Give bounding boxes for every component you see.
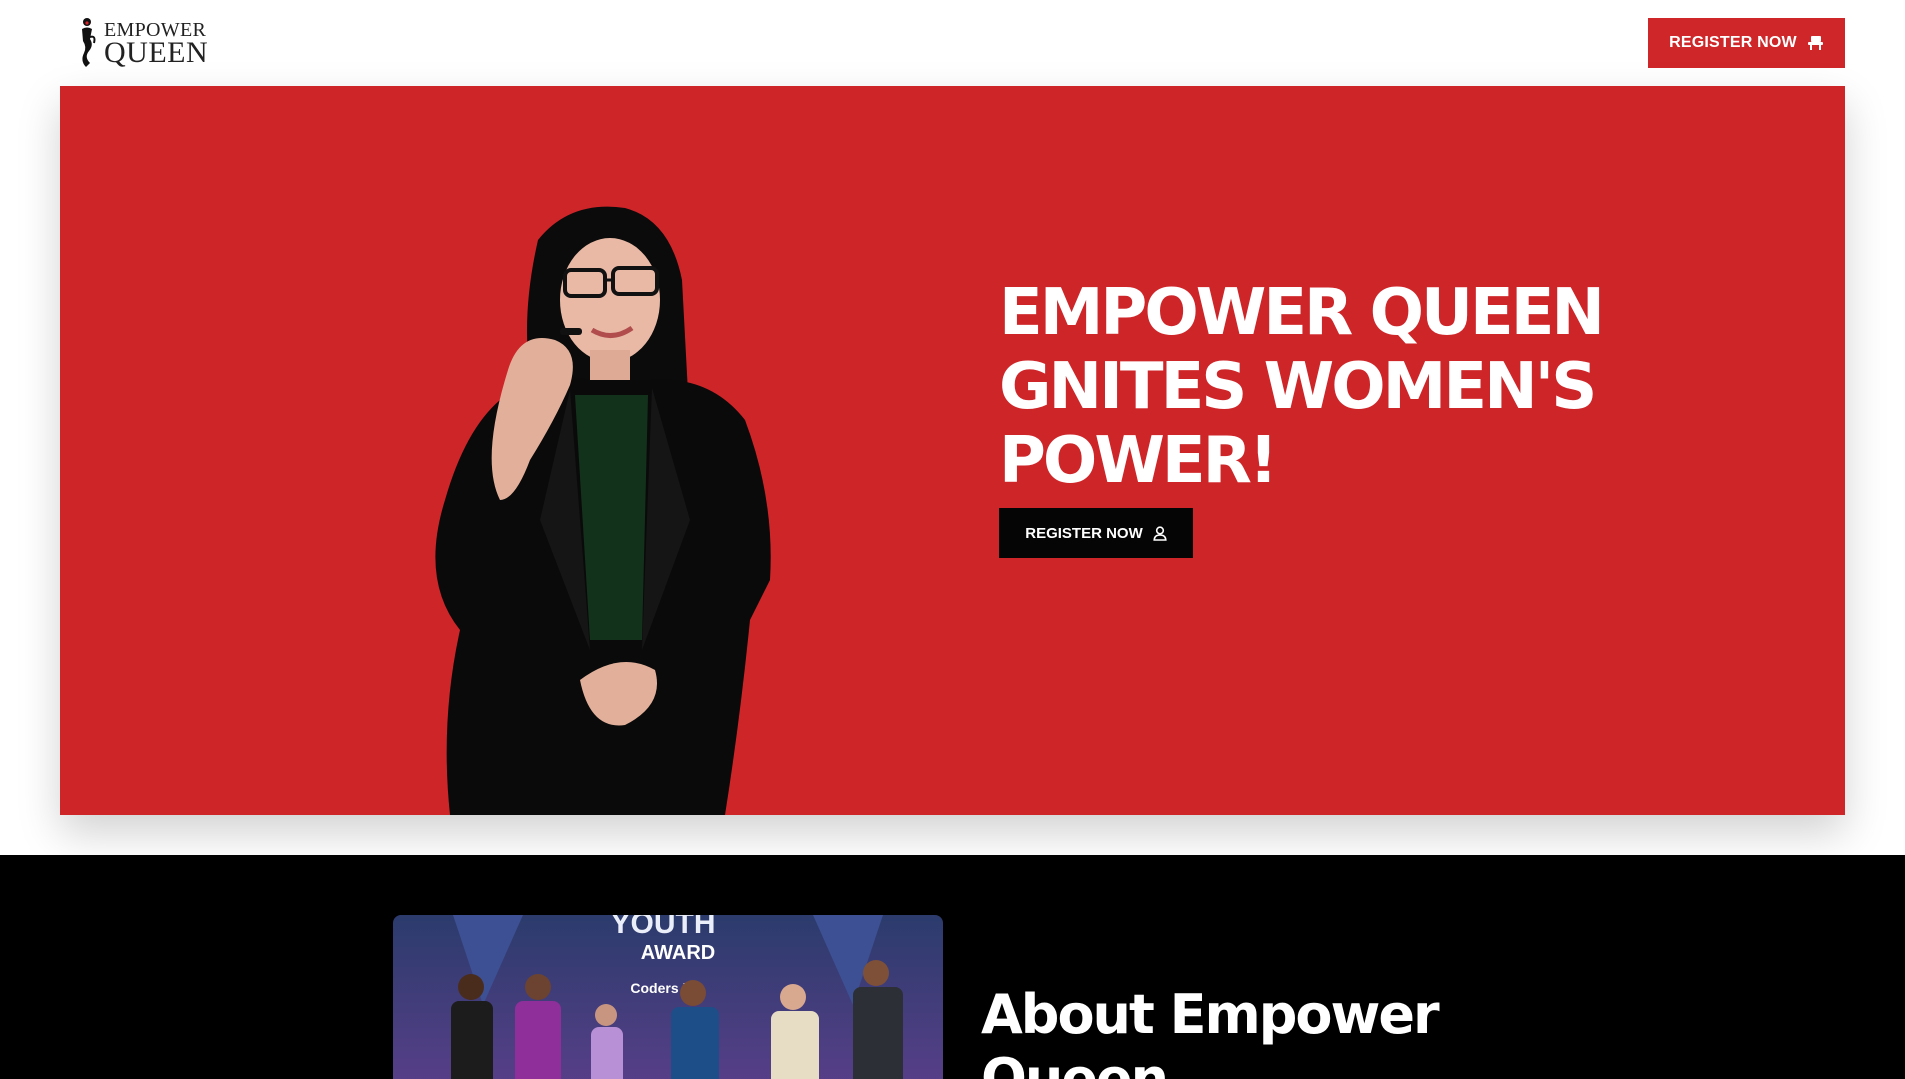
about-section: YOUTH AWARD Coders bd About Empower Quee… [0, 855, 1905, 1079]
queen-figure-icon [82, 18, 96, 67]
hero-register-label: REGISTER NOW [1025, 524, 1143, 542]
user-icon [1153, 525, 1167, 541]
youth-award-photo: YOUTH AWARD Coders bd [393, 915, 943, 1079]
logo-wordmark: EMPOWER QUEEN [104, 20, 209, 69]
photo-banner-line1: YOUTH [611, 915, 716, 940]
empower-queen-logo[interactable]: EMPOWER QUEEN [78, 16, 208, 70]
hero-title: EMPOWER QUEEN GNITES WOMEN'S POWER! [999, 276, 1605, 498]
about-title: About Empower Queen [981, 983, 1440, 1079]
header-register-label: REGISTER NOW [1669, 34, 1797, 51]
header-register-button[interactable]: REGISTER NOW [1648, 18, 1845, 68]
hero-register-button[interactable]: REGISTER NOW [999, 508, 1193, 558]
site-header: EMPOWER QUEEN REGISTER NOW [0, 0, 1905, 86]
photo-banner-line2: AWARD [641, 942, 715, 964]
speaker-photo [435, 206, 771, 815]
chair-icon [1807, 36, 1823, 50]
hero-section: EMPOWER QUEEN GNITES WOMEN'S POWER! REGI… [60, 86, 1845, 815]
logo-line-2: QUEEN [104, 35, 209, 69]
